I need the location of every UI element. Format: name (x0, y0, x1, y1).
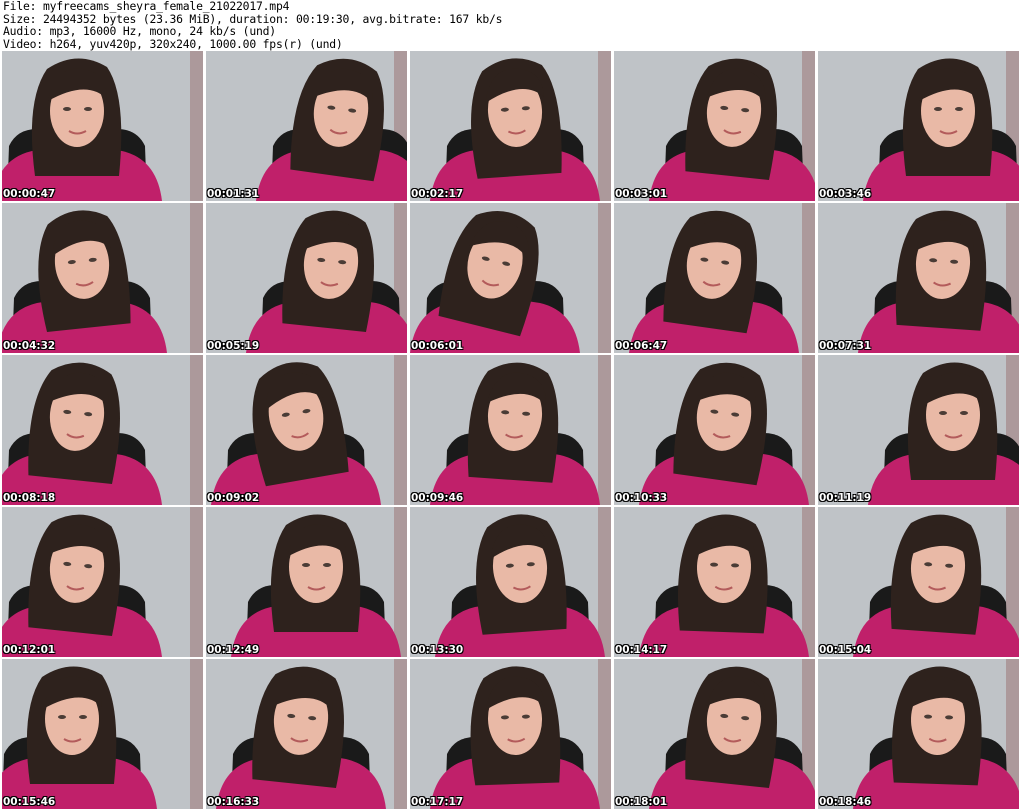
video-frame-thumbnail: 00:17:17 (410, 659, 611, 809)
frame-photo (614, 51, 815, 201)
timestamp-label: 00:07:31 (819, 340, 872, 352)
video-frame-thumbnail: 00:09:46 (410, 355, 611, 505)
frame-photo (614, 507, 815, 657)
video-frame-thumbnail: 00:06:47 (614, 203, 815, 353)
timestamp-label: 00:09:02 (207, 492, 260, 504)
video-frame-thumbnail: 00:05:19 (206, 203, 407, 353)
timestamp-label: 00:09:46 (411, 492, 464, 504)
frame-photo (206, 659, 407, 809)
video-frame-thumbnail: 00:18:01 (614, 659, 815, 809)
video-frame-thumbnail: 00:07:31 (818, 203, 1019, 353)
frame-photo (614, 355, 815, 505)
video-frame-thumbnail: 00:03:01 (614, 51, 815, 201)
frame-photo (2, 507, 203, 657)
frame-photo (410, 659, 611, 809)
frame-photo (410, 203, 611, 353)
video-frame-thumbnail: 00:03:46 (818, 51, 1019, 201)
timestamp-label: 00:06:01 (411, 340, 464, 352)
frame-photo (410, 507, 611, 657)
frame-photo (818, 51, 1019, 201)
frame-photo (410, 51, 611, 201)
timestamp-label: 00:17:17 (411, 796, 464, 808)
timestamp-label: 00:15:46 (3, 796, 56, 808)
video-frame-thumbnail: 00:06:01 (410, 203, 611, 353)
frame-photo (818, 507, 1019, 657)
frame-photo (818, 203, 1019, 353)
video-frame-thumbnail: 00:00:47 (2, 51, 203, 201)
timestamp-label: 00:03:46 (819, 188, 872, 200)
frame-photo (410, 355, 611, 505)
timestamp-label: 00:06:47 (615, 340, 668, 352)
video-info-line: Video: h264, yuv420p, 320x240, 1000.00 f… (3, 36, 343, 51)
timestamp-label: 00:01:31 (207, 188, 260, 200)
video-frame-thumbnail: 00:11:19 (818, 355, 1019, 505)
video-frame-thumbnail: 00:02:17 (410, 51, 611, 201)
file-name-line: File: myfreecams_sheyra_female_21022017.… (3, 0, 290, 13)
timestamp-label: 00:13:30 (411, 644, 464, 656)
timestamp-label: 00:10:33 (615, 492, 668, 504)
frame-photo (206, 355, 407, 505)
video-frame-thumbnail: 00:12:01 (2, 507, 203, 657)
timestamp-label: 00:00:47 (3, 188, 56, 200)
video-frame-thumbnail: 00:10:33 (614, 355, 815, 505)
thumbnail-grid: 00:00:47 00:01:31 00:02:17 00:03:01 00:0… (2, 51, 1019, 809)
frame-photo (206, 51, 407, 201)
frame-photo (614, 659, 815, 809)
video-frame-thumbnail: 00:01:31 (206, 51, 407, 201)
timestamp-label: 00:18:01 (615, 796, 668, 808)
timestamp-label: 00:11:19 (819, 492, 872, 504)
video-frame-thumbnail: 00:09:02 (206, 355, 407, 505)
timestamp-label: 00:12:01 (3, 644, 56, 656)
frame-photo (2, 659, 203, 809)
frame-photo (2, 203, 203, 353)
timestamp-label: 00:16:33 (207, 796, 260, 808)
timestamp-label: 00:18:46 (819, 796, 872, 808)
timestamp-label: 00:04:32 (3, 340, 56, 352)
frame-photo (2, 355, 203, 505)
video-frame-thumbnail: 00:13:30 (410, 507, 611, 657)
frame-photo (818, 659, 1019, 809)
frame-photo (614, 203, 815, 353)
video-frame-thumbnail: 00:18:46 (818, 659, 1019, 809)
frame-photo (206, 203, 407, 353)
file-info-header: File: myfreecams_sheyra_female_21022017.… (3, 0, 1021, 50)
timestamp-label: 00:15:04 (819, 644, 872, 656)
video-frame-thumbnail: 00:16:33 (206, 659, 407, 809)
video-frame-thumbnail: 00:08:18 (2, 355, 203, 505)
video-frame-thumbnail: 00:12:49 (206, 507, 407, 657)
frame-photo (818, 355, 1019, 505)
timestamp-label: 00:05:19 (207, 340, 260, 352)
video-frame-thumbnail: 00:14:17 (614, 507, 815, 657)
video-frame-thumbnail: 00:04:32 (2, 203, 203, 353)
timestamp-label: 00:08:18 (3, 492, 56, 504)
timestamp-label: 00:03:01 (615, 188, 668, 200)
frame-photo (2, 51, 203, 201)
timestamp-label: 00:14:17 (615, 644, 668, 656)
timestamp-label: 00:12:49 (207, 644, 260, 656)
timestamp-label: 00:02:17 (411, 188, 464, 200)
video-frame-thumbnail: 00:15:04 (818, 507, 1019, 657)
video-frame-thumbnail: 00:15:46 (2, 659, 203, 809)
frame-photo (206, 507, 407, 657)
audio-info-line: Audio: mp3, 16000 Hz, mono, 24 kb/s (und… (3, 24, 276, 38)
